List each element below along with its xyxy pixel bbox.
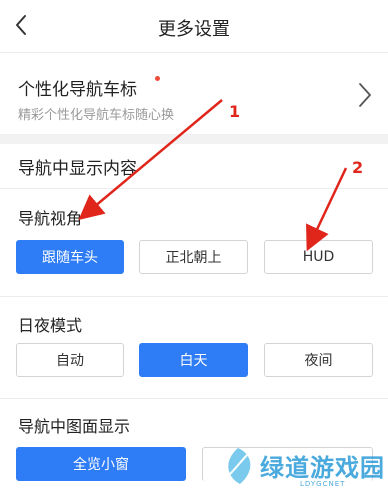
- page-title: 更多设置: [158, 19, 230, 40]
- day-night-option-day[interactable]: 白天: [139, 343, 248, 377]
- divider: [0, 52, 388, 53]
- chevron-right-icon: [359, 83, 371, 107]
- day-night-option-night[interactable]: 夜间: [264, 343, 373, 377]
- nav-view-option-hud[interactable]: HUD: [264, 240, 373, 274]
- nav-view-title: 导航视角: [18, 209, 83, 228]
- leaf-logo-icon: [228, 448, 251, 484]
- nav-view-option-follow-heading[interactable]: 跟随车头: [16, 240, 124, 274]
- nav-view-option-north-up[interactable]: 正北朝上: [139, 240, 248, 274]
- section-gap: [0, 134, 388, 144]
- top-bar: 更多设置: [0, 0, 388, 52]
- section-display-title: 导航中显示内容: [18, 159, 137, 179]
- divider: [0, 398, 388, 399]
- divider: [0, 296, 388, 297]
- custom-car-icon-subtitle: 精彩个性化导航车标随心换: [18, 108, 175, 123]
- day-night-option-auto[interactable]: 自动: [16, 343, 124, 377]
- divider: [0, 188, 388, 189]
- map-display-option-overview-window[interactable]: 全览小窗: [16, 447, 186, 481]
- watermark-text: 绿道游戏园: [260, 454, 385, 482]
- custom-car-icon-label: 个性化导航车标: [18, 80, 137, 100]
- watermark-subtext: LDYGCNET: [300, 480, 346, 488]
- map-display-title: 导航中图面显示: [18, 417, 131, 436]
- day-night-title: 日夜模式: [18, 316, 83, 335]
- watermark: 绿道游戏园 LDYGCNET: [218, 440, 388, 498]
- custom-car-icon-row[interactable]: 个性化导航车标 精彩个性化导航车标随心换: [0, 60, 388, 130]
- new-badge-dot: [155, 76, 160, 81]
- arrow-2: [306, 167, 348, 252]
- annotation-marker-2: 2: [352, 158, 364, 177]
- annotation-marker-1: 1: [229, 102, 241, 121]
